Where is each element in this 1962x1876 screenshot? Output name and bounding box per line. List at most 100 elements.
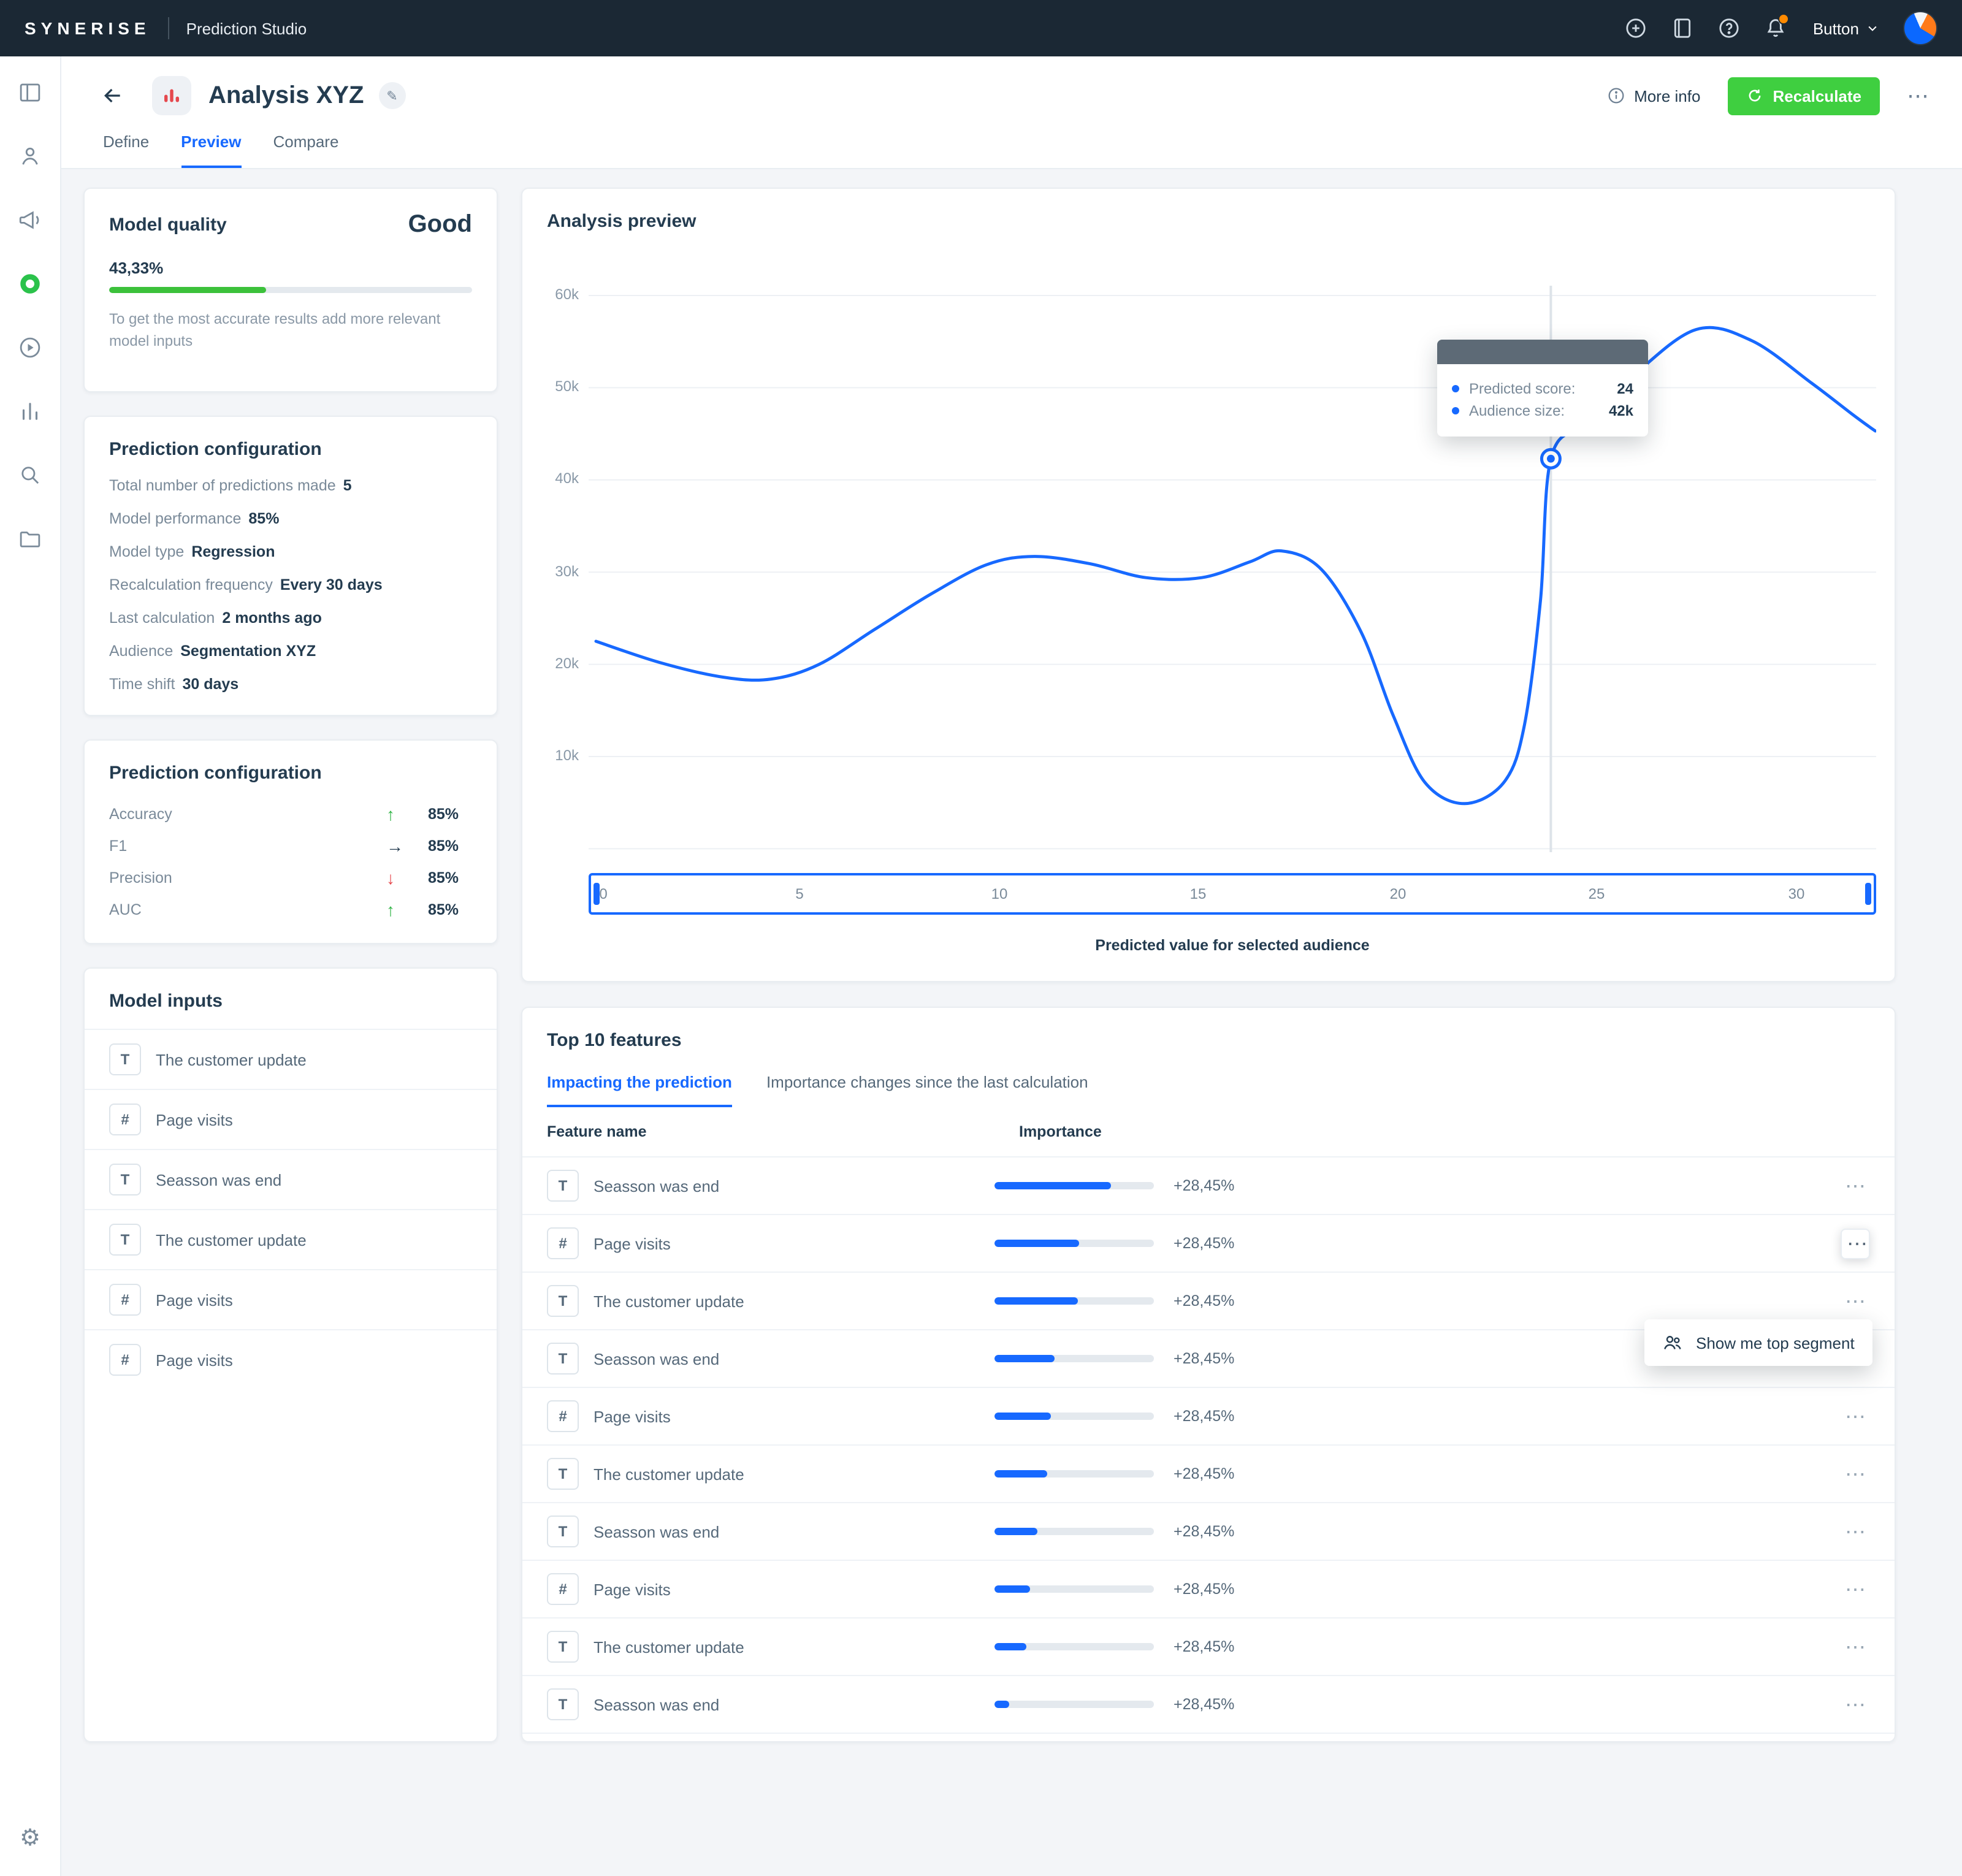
- analysis-type-icon: [152, 76, 191, 115]
- line-chart[interactable]: Predicted score: 24 Audience size: 42k: [589, 276, 1876, 858]
- model-metrics-card: Prediction configuration Accuracy ↑ 85% …: [83, 739, 498, 944]
- number-field-type-icon: #: [547, 1227, 579, 1259]
- row-menu-icon[interactable]: ⋯: [1841, 1175, 1870, 1196]
- tab-importance-changes[interactable]: Importance changes since the last calcul…: [766, 1073, 1088, 1107]
- page-title: Analysis XYZ: [208, 82, 364, 110]
- importance-bar: [994, 1182, 1154, 1189]
- avatar[interactable]: [1903, 11, 1937, 45]
- text-field-type-icon: T: [547, 1170, 579, 1202]
- row-menu-icon[interactable]: ⋯: [1841, 1636, 1870, 1657]
- app-root: SYNERISE Prediction Studio Button: [0, 0, 1962, 1876]
- page-header-actions: More info Recalculate ⋯: [1606, 77, 1930, 115]
- importance-bar: [994, 1297, 1154, 1305]
- row-menu-icon[interactable]: ⋯: [1841, 1406, 1870, 1427]
- text-field-type-icon: T: [547, 1343, 579, 1375]
- number-field-type-icon: #: [109, 1104, 141, 1135]
- model-input-item[interactable]: # Page visits: [85, 1269, 497, 1329]
- features-tabs: Impacting the prediction Importance chan…: [522, 1073, 1895, 1107]
- chart-svg: [589, 276, 1876, 852]
- metric-row: Accuracy ↑ 85%: [109, 798, 472, 830]
- model-quality-card: Model quality Good 43,33% To get the mos…: [83, 188, 498, 392]
- text-field-type-icon: T: [109, 1224, 141, 1256]
- slider-handle-left[interactable]: [594, 883, 600, 905]
- model-input-item[interactable]: # Page visits: [85, 1089, 497, 1149]
- content: Model quality Good 43,33% To get the mos…: [61, 169, 1962, 1779]
- importance-bar: [994, 1585, 1154, 1593]
- text-field-type-icon: T: [109, 1164, 141, 1195]
- slider-handle-right[interactable]: [1865, 883, 1871, 905]
- model-quality-title: Model quality: [109, 215, 227, 235]
- edit-title-button[interactable]: ✎: [378, 82, 405, 109]
- tab-impacting-prediction[interactable]: Impacting the prediction: [547, 1073, 732, 1107]
- config-row: AudienceSegmentation XYZ: [109, 642, 472, 660]
- model-input-item[interactable]: # Page visits: [85, 1329, 497, 1389]
- prediction-configuration-card: Prediction configuration Total number of…: [83, 416, 498, 716]
- metric-row: Precision ↓ 85%: [109, 862, 472, 894]
- prediction-studio-icon-active[interactable]: [17, 270, 44, 297]
- app-title: Prediction Studio: [186, 19, 307, 37]
- model-input-item[interactable]: T The customer update: [85, 1029, 497, 1089]
- notifications-icon[interactable]: [1764, 16, 1788, 40]
- feature-row: TThe customer update +28,45% ⋯: [522, 1446, 1895, 1503]
- add-icon[interactable]: [1624, 16, 1649, 40]
- tab-define[interactable]: Define: [103, 132, 149, 168]
- model-input-item[interactable]: T The customer update: [85, 1209, 497, 1269]
- customers-icon[interactable]: [17, 142, 44, 169]
- synerise-logo[interactable]: SYNERISE: [25, 18, 151, 38]
- left-column: Model quality Good 43,33% To get the mos…: [83, 188, 498, 1742]
- page-header: Analysis XYZ ✎ More info Recalculate ⋯: [61, 56, 1962, 169]
- show-top-segment-menu-item[interactable]: Show me top segment: [1644, 1319, 1872, 1366]
- topbar: SYNERISE Prediction Studio Button: [0, 0, 1962, 56]
- campaigns-icon[interactable]: [17, 206, 44, 233]
- row-menu-button-active[interactable]: ⋯: [1841, 1228, 1870, 1259]
- model-inputs-card: Model inputs T The customer update # Pag…: [83, 967, 498, 1742]
- back-button[interactable]: [101, 83, 125, 108]
- recalculate-button[interactable]: Recalculate: [1727, 77, 1880, 115]
- top-features-title: Top 10 features: [522, 1030, 1895, 1051]
- text-field-type-icon: T: [547, 1285, 579, 1317]
- model-quality-progress-fill: [109, 287, 267, 293]
- row-menu-icon[interactable]: ⋯: [1841, 1579, 1870, 1600]
- importance-bar: [994, 1701, 1154, 1708]
- tab-compare[interactable]: Compare: [273, 132, 338, 168]
- series-dot-icon: [1452, 407, 1459, 414]
- importance-value: +28,45%: [1174, 1696, 1821, 1713]
- data-management-icon[interactable]: [17, 525, 44, 552]
- chevron-down-icon: [1866, 22, 1879, 34]
- importance-bar: [994, 1643, 1154, 1650]
- settings-icon[interactable]: ⚙: [17, 1825, 44, 1851]
- config-row: Total number of predictions made5: [109, 477, 472, 494]
- dashboard-icon[interactable]: [17, 78, 44, 105]
- button-dropdown[interactable]: Button: [1811, 14, 1881, 42]
- help-icon[interactable]: [1717, 16, 1742, 40]
- sidebar: ⚙: [0, 56, 61, 1876]
- y-axis-labels: 60k 50k 40k 30k 20k 10k: [547, 276, 589, 858]
- info-icon: [1606, 86, 1625, 105]
- series-dot-icon: [1452, 385, 1459, 392]
- feature-name: Page visits: [594, 1580, 671, 1598]
- text-field-type-icon: T: [547, 1631, 579, 1663]
- row-menu-icon[interactable]: ⋯: [1841, 1694, 1870, 1715]
- importance-value: +28,45%: [1174, 1177, 1821, 1194]
- model-quality-rating: Good: [408, 211, 472, 239]
- automation-icon[interactable]: [17, 334, 44, 360]
- analytics-icon[interactable]: [17, 397, 44, 424]
- more-options-icon[interactable]: ⋯: [1907, 83, 1930, 109]
- search-insights-icon[interactable]: [17, 461, 44, 488]
- model-input-item[interactable]: T Seasson was end: [85, 1149, 497, 1209]
- feature-name: Page visits: [594, 1234, 671, 1253]
- more-info-button[interactable]: More info: [1606, 86, 1700, 105]
- knowledge-base-icon[interactable]: [1671, 16, 1695, 40]
- model-quality-percent: 43,33%: [109, 259, 472, 277]
- metric-row: AUC ↑ 85%: [109, 894, 472, 926]
- x-range-slider[interactable]: 0 5 10 15 20 25 30: [589, 873, 1876, 915]
- row-menu-icon[interactable]: ⋯: [1841, 1521, 1870, 1542]
- feature-row: TSeasson was end +28,45% ⋯: [522, 1503, 1895, 1561]
- model-quality-hint: To get the most accurate results add mor…: [109, 308, 472, 352]
- row-menu-icon[interactable]: ⋯: [1841, 1463, 1870, 1484]
- tab-preview[interactable]: Preview: [181, 132, 241, 168]
- row-menu-icon[interactable]: ⋯: [1841, 1291, 1870, 1311]
- feature-name: The customer update: [594, 1292, 744, 1310]
- analysis-preview-card: Analysis preview 60k 50k 40k 30k 20k 10k: [521, 188, 1896, 982]
- importance-bar: [994, 1528, 1154, 1535]
